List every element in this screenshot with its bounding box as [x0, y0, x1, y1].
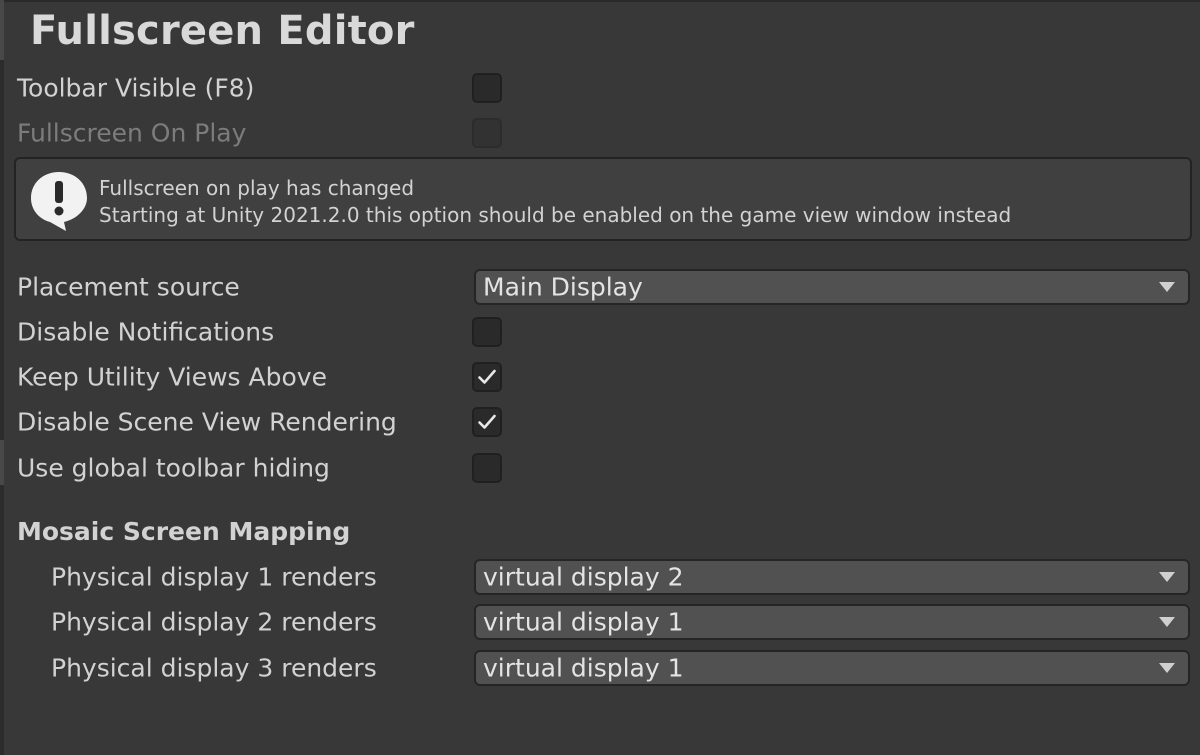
dropdown-arrow-icon: [1159, 663, 1175, 673]
placement-source-value: Main Display: [483, 272, 643, 302]
physical-display-2-label: Physical display 2 renders: [51, 607, 377, 637]
toolbar-visible-row: Toolbar Visible (F8): [0, 66, 1200, 110]
fullscreen-on-play-row: Fullscreen On Play: [0, 111, 1200, 155]
toolbar-visible-checkbox[interactable]: [472, 73, 502, 103]
physical-display-1-value: virtual display 2: [483, 562, 684, 592]
warning-message-title: Fullscreen on play has changed: [99, 176, 415, 200]
fullscreen-on-play-checkbox: [472, 118, 502, 148]
checkmark-icon: [478, 369, 496, 384]
dropdown-arrow-icon: [1159, 282, 1175, 292]
keep-utility-views-above-label: Keep Utility Views Above: [17, 362, 327, 392]
page-title: Fullscreen Editor: [30, 8, 415, 54]
disable-scene-view-rendering-row: Disable Scene View Rendering: [0, 400, 1200, 444]
physical-display-2-dropdown[interactable]: virtual display 1: [474, 604, 1190, 640]
disable-scene-view-rendering-checkbox[interactable]: [472, 407, 502, 437]
placement-source-row: Placement source Main Display: [0, 265, 1200, 309]
window-top-border: [0, 0, 1200, 2]
disable-notifications-row: Disable Notifications: [0, 310, 1200, 354]
fullscreen-on-play-label: Fullscreen On Play: [17, 118, 247, 148]
physical-display-1-label: Physical display 1 renders: [51, 562, 377, 592]
warning-help-box: Fullscreen on play has changed Starting …: [14, 157, 1192, 241]
disable-notifications-checkbox[interactable]: [472, 317, 502, 347]
dropdown-arrow-icon: [1159, 572, 1175, 582]
use-global-toolbar-hiding-checkbox[interactable]: [472, 453, 502, 483]
placement-source-label: Placement source: [17, 272, 240, 302]
mosaic-row: Physical display 1 renders virtual displ…: [0, 555, 1200, 599]
mosaic-row: Physical display 2 renders virtual displ…: [0, 600, 1200, 644]
checkmark-icon: [478, 414, 496, 429]
disable-notifications-label: Disable Notifications: [17, 317, 275, 347]
placement-source-dropdown[interactable]: Main Display: [474, 269, 1190, 305]
physical-display-1-dropdown[interactable]: virtual display 2: [474, 559, 1190, 595]
window-left-border-segment: [0, 0, 4, 60]
use-global-toolbar-hiding-label: Use global toolbar hiding: [17, 453, 330, 483]
mosaic-row: Physical display 3 renders virtual displ…: [0, 646, 1200, 690]
mosaic-section-header: Mosaic Screen Mapping: [17, 517, 351, 546]
physical-display-3-label: Physical display 3 renders: [51, 653, 377, 683]
toolbar-visible-label: Toolbar Visible (F8): [17, 73, 255, 103]
physical-display-3-dropdown[interactable]: virtual display 1: [474, 650, 1190, 686]
physical-display-2-value: virtual display 1: [483, 607, 684, 637]
dropdown-arrow-icon: [1159, 617, 1175, 627]
keep-utility-views-above-checkbox[interactable]: [472, 362, 502, 392]
use-global-toolbar-hiding-row: Use global toolbar hiding: [0, 446, 1200, 490]
disable-scene-view-rendering-label: Disable Scene View Rendering: [17, 407, 397, 437]
keep-utility-views-above-row: Keep Utility Views Above: [0, 355, 1200, 399]
warning-message-detail: Starting at Unity 2021.2.0 this option s…: [99, 203, 1012, 227]
physical-display-3-value: virtual display 1: [483, 653, 684, 683]
warning-icon: [31, 172, 87, 231]
